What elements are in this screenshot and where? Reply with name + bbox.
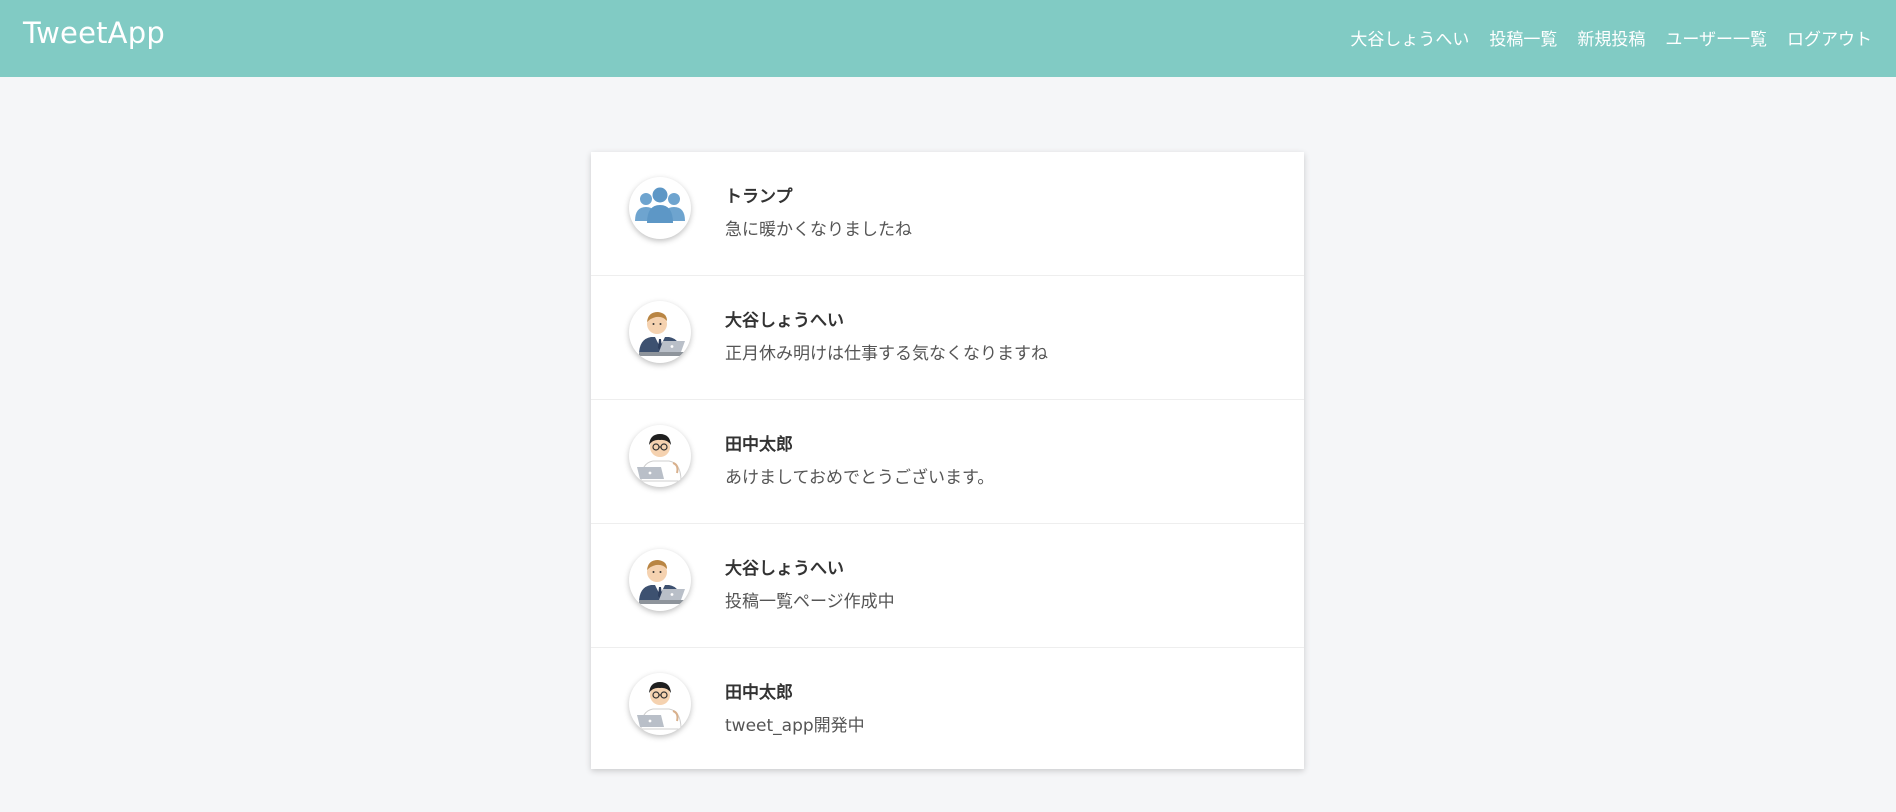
nav-users-link[interactable]: ユーザー一覧 (1665, 25, 1767, 50)
nav-logout-link[interactable]: ログアウト (1787, 25, 1872, 50)
nav-new-post-link[interactable]: 新規投稿 (1577, 25, 1645, 50)
header-nav: 大谷しょうへい 投稿一覧 新規投稿 ユーザー一覧 ログアウト (1330, 25, 1872, 50)
post-username[interactable]: 田中太郎 (725, 678, 793, 703)
post-username[interactable]: 大谷しょうへい (725, 306, 844, 331)
businessman-laptop-avatar[interactable] (629, 301, 691, 363)
glasses-man-laptop-avatar[interactable] (629, 673, 691, 735)
post-content: 投稿一覧ページ作成中 (725, 592, 895, 612)
businessman-laptop-avatar[interactable] (629, 549, 691, 611)
post-content: 正月休み明けは仕事する気なくなりますね (725, 344, 1048, 364)
post-item[interactable]: 大谷しょうへい 正月休み明けは仕事する気なくなりますね (591, 276, 1304, 400)
post-item[interactable]: 田中太郎 tweet_app開発中 (591, 648, 1304, 772)
post-username[interactable]: 田中太郎 (725, 430, 793, 455)
post-content: tweet_app開発中 (725, 716, 865, 736)
group-icon[interactable] (629, 177, 691, 239)
posts-list: トランプ 急に暖かくなりましたね 大谷しょうへい 正月休み明けは仕事する気なくな… (591, 152, 1304, 769)
post-content: 急に暖かくなりましたね (725, 220, 912, 240)
post-item[interactable]: 田中太郎 あけましておめでとうございます。 (591, 400, 1304, 524)
logo-link[interactable]: TweetApp (23, 16, 165, 50)
nav-posts-link[interactable]: 投稿一覧 (1489, 25, 1557, 50)
glasses-man-laptop-avatar[interactable] (629, 425, 691, 487)
post-content: あけましておめでとうございます。 (725, 468, 995, 488)
post-username[interactable]: 大谷しょうへい (725, 554, 844, 579)
post-username[interactable]: トランプ (725, 182, 793, 207)
post-item[interactable]: 大谷しょうへい 投稿一覧ページ作成中 (591, 524, 1304, 648)
nav-user-link[interactable]: 大谷しょうへい (1350, 25, 1469, 50)
header-bar: TweetApp 大谷しょうへい 投稿一覧 新規投稿 ユーザー一覧 ログアウト (0, 0, 1896, 77)
post-item[interactable]: トランプ 急に暖かくなりましたね (591, 152, 1304, 276)
